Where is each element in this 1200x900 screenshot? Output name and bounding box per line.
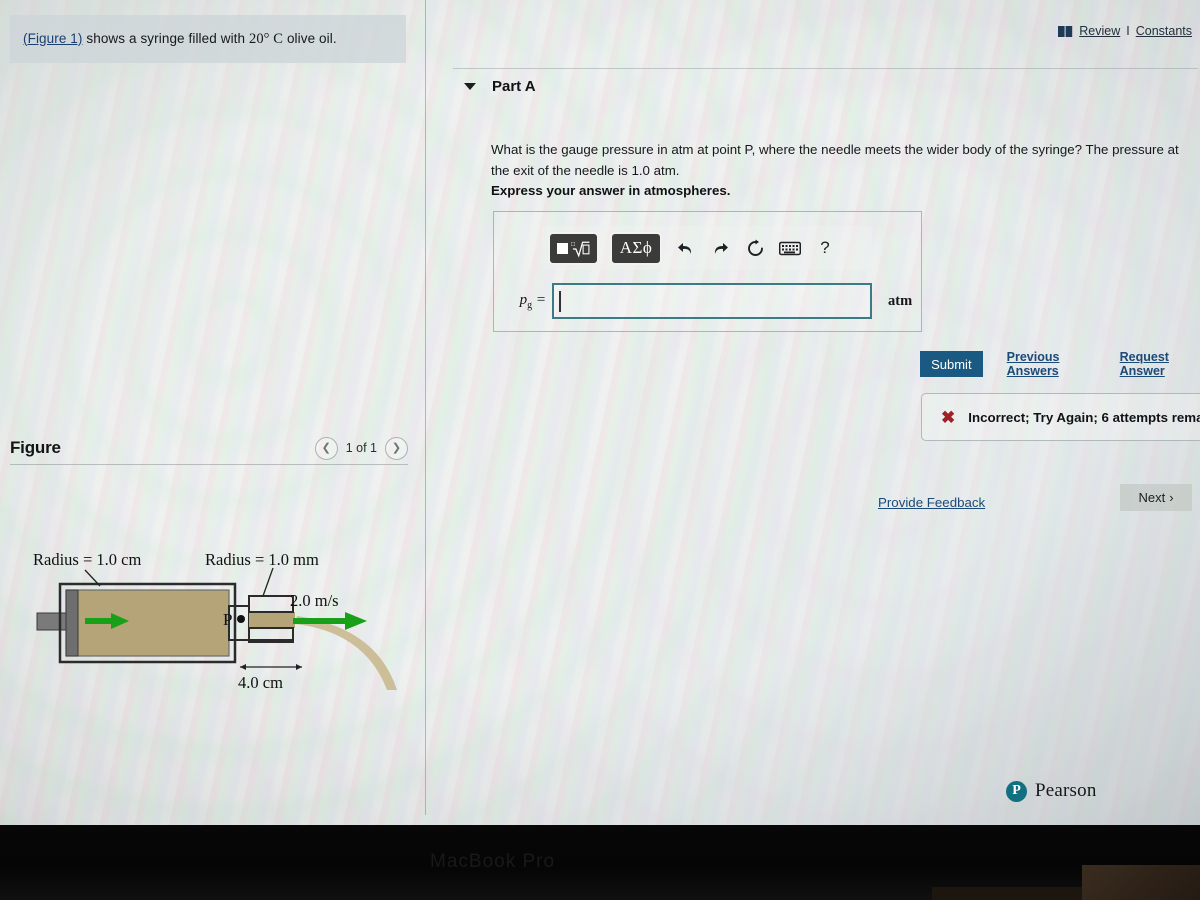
review-link[interactable]: Review xyxy=(1079,24,1120,38)
part-a-title: Part A xyxy=(492,78,536,95)
answer-variable-label: pg = xyxy=(519,291,546,311)
answer-input[interactable] xyxy=(552,283,872,319)
math-toolbar: □ ΑΣϕ ? xyxy=(542,226,872,270)
nth-root-icon: □ xyxy=(571,241,590,258)
figure-prev-button[interactable]: ❮ xyxy=(314,436,338,460)
request-answer-link[interactable]: Request Answer xyxy=(1120,350,1200,378)
pearson-brand-name: Pearson xyxy=(1035,780,1097,801)
keyboard-icon[interactable] xyxy=(778,241,802,256)
svg-text:□: □ xyxy=(571,241,575,248)
right-panel: Review I Constants Part A What is the ga… xyxy=(426,0,1200,825)
needle-length-label: 4.0 cm xyxy=(238,673,283,692)
answer-input-row: pg = atm xyxy=(506,282,914,320)
device-label: MacBook Pro xyxy=(430,851,556,872)
figure-1-link[interactable]: (Figure 1) xyxy=(23,31,83,46)
figure-panel-header: Figure ❮ 1 of 1 ❯ xyxy=(10,430,408,466)
barrel-radius-label: Radius = 1.0 cm xyxy=(33,550,141,569)
figure-page-indicator: 1 of 1 xyxy=(345,441,377,455)
laptop-bezel: MacBook Pro xyxy=(0,825,1200,900)
figure-pager: ❮ 1 of 1 ❯ xyxy=(314,436,408,460)
syringe-figure-diagram: P Radius = 1.0 cm Radius = 1.0 mm 2.0 m/… xyxy=(33,550,397,692)
figure-next-button[interactable]: ❯ xyxy=(385,436,408,460)
incorrect-feedback-text: Incorrect; Try Again; 6 attempts remaini… xyxy=(968,409,1200,425)
answer-widget: □ ΑΣϕ ? pg = atm xyxy=(493,211,922,332)
review-separator: I xyxy=(1126,24,1130,38)
help-button[interactable]: ? xyxy=(813,238,837,258)
desk-surface-corner xyxy=(1082,865,1200,900)
monitor-screen: (Figure 1) shows a syringe filled with 2… xyxy=(0,0,1200,825)
problem-statement-text: (Figure 1) shows a syringe filled with 2… xyxy=(23,31,337,48)
statement-part-1: shows a syringe filled with xyxy=(82,30,249,46)
previous-answers-link[interactable]: Previous Answers xyxy=(1007,350,1096,378)
redo-icon[interactable] xyxy=(708,240,732,257)
constants-link[interactable]: Constants xyxy=(1136,24,1192,38)
statement-temperature: 20° C xyxy=(248,30,284,47)
undo-icon[interactable] xyxy=(673,240,697,257)
provide-feedback-link[interactable]: Provide Feedback xyxy=(878,495,985,510)
part-top-divider xyxy=(453,68,1198,69)
greek-symbols-button[interactable]: ΑΣϕ xyxy=(610,231,662,265)
answer-instruction: Express your answer in atmospheres. xyxy=(491,183,731,198)
text-cursor xyxy=(559,290,561,312)
figure-header-divider xyxy=(10,464,408,465)
book-icon xyxy=(1058,25,1073,37)
review-constants-bar: Review I Constants xyxy=(1058,24,1192,38)
next-button-label: Next xyxy=(1138,490,1166,505)
point-p-dot xyxy=(237,615,245,623)
reset-icon[interactable] xyxy=(743,239,767,258)
template-square-glyph xyxy=(557,242,568,254)
velocity-label: 2.0 m/s xyxy=(290,591,339,610)
plunger-head xyxy=(65,589,79,657)
needle-length-dimension xyxy=(240,664,302,670)
x-mark-icon: ✖ xyxy=(941,407,956,427)
submit-action-row: Submit Previous Answers Request Answer xyxy=(920,350,1200,378)
statement-part-2: olive oil. xyxy=(283,30,337,46)
incorrect-feedback-banner: ✖ Incorrect; Try Again; 6 attempts remai… xyxy=(921,393,1200,441)
desk-surface-edge xyxy=(932,887,1082,900)
caret-down-icon[interactable] xyxy=(464,83,476,90)
question-text: What is the gauge pressure in atm at poi… xyxy=(491,142,1179,178)
pearson-mark-icon: P xyxy=(1006,780,1027,802)
needle-radius-label: Radius = 1.0 mm xyxy=(205,550,319,569)
figure-panel-title: Figure xyxy=(10,438,61,457)
pearson-footer-logo: P Pearson xyxy=(1006,780,1097,802)
problem-statement-box: (Figure 1) shows a syringe filled with 2… xyxy=(10,15,406,63)
left-panel: (Figure 1) shows a syringe filled with 2… xyxy=(0,0,425,825)
plunger-rod xyxy=(36,612,70,631)
answer-unit-label: atm xyxy=(888,292,913,309)
math-template-button[interactable]: □ xyxy=(548,231,599,265)
point-p-label: P xyxy=(223,610,232,629)
needle-bore xyxy=(249,612,295,628)
needle-upper-wall xyxy=(248,595,294,613)
page-content: (Figure 1) shows a syringe filled with 2… xyxy=(0,0,1200,825)
submit-button[interactable]: Submit xyxy=(920,351,983,377)
part-a-header[interactable]: Part A xyxy=(464,78,536,95)
next-button[interactable]: Next › xyxy=(1120,484,1192,511)
chevron-right-icon: › xyxy=(1169,490,1174,505)
greek-symbols-label: ΑΣϕ xyxy=(619,238,653,257)
needle-radius-leader xyxy=(262,567,274,597)
